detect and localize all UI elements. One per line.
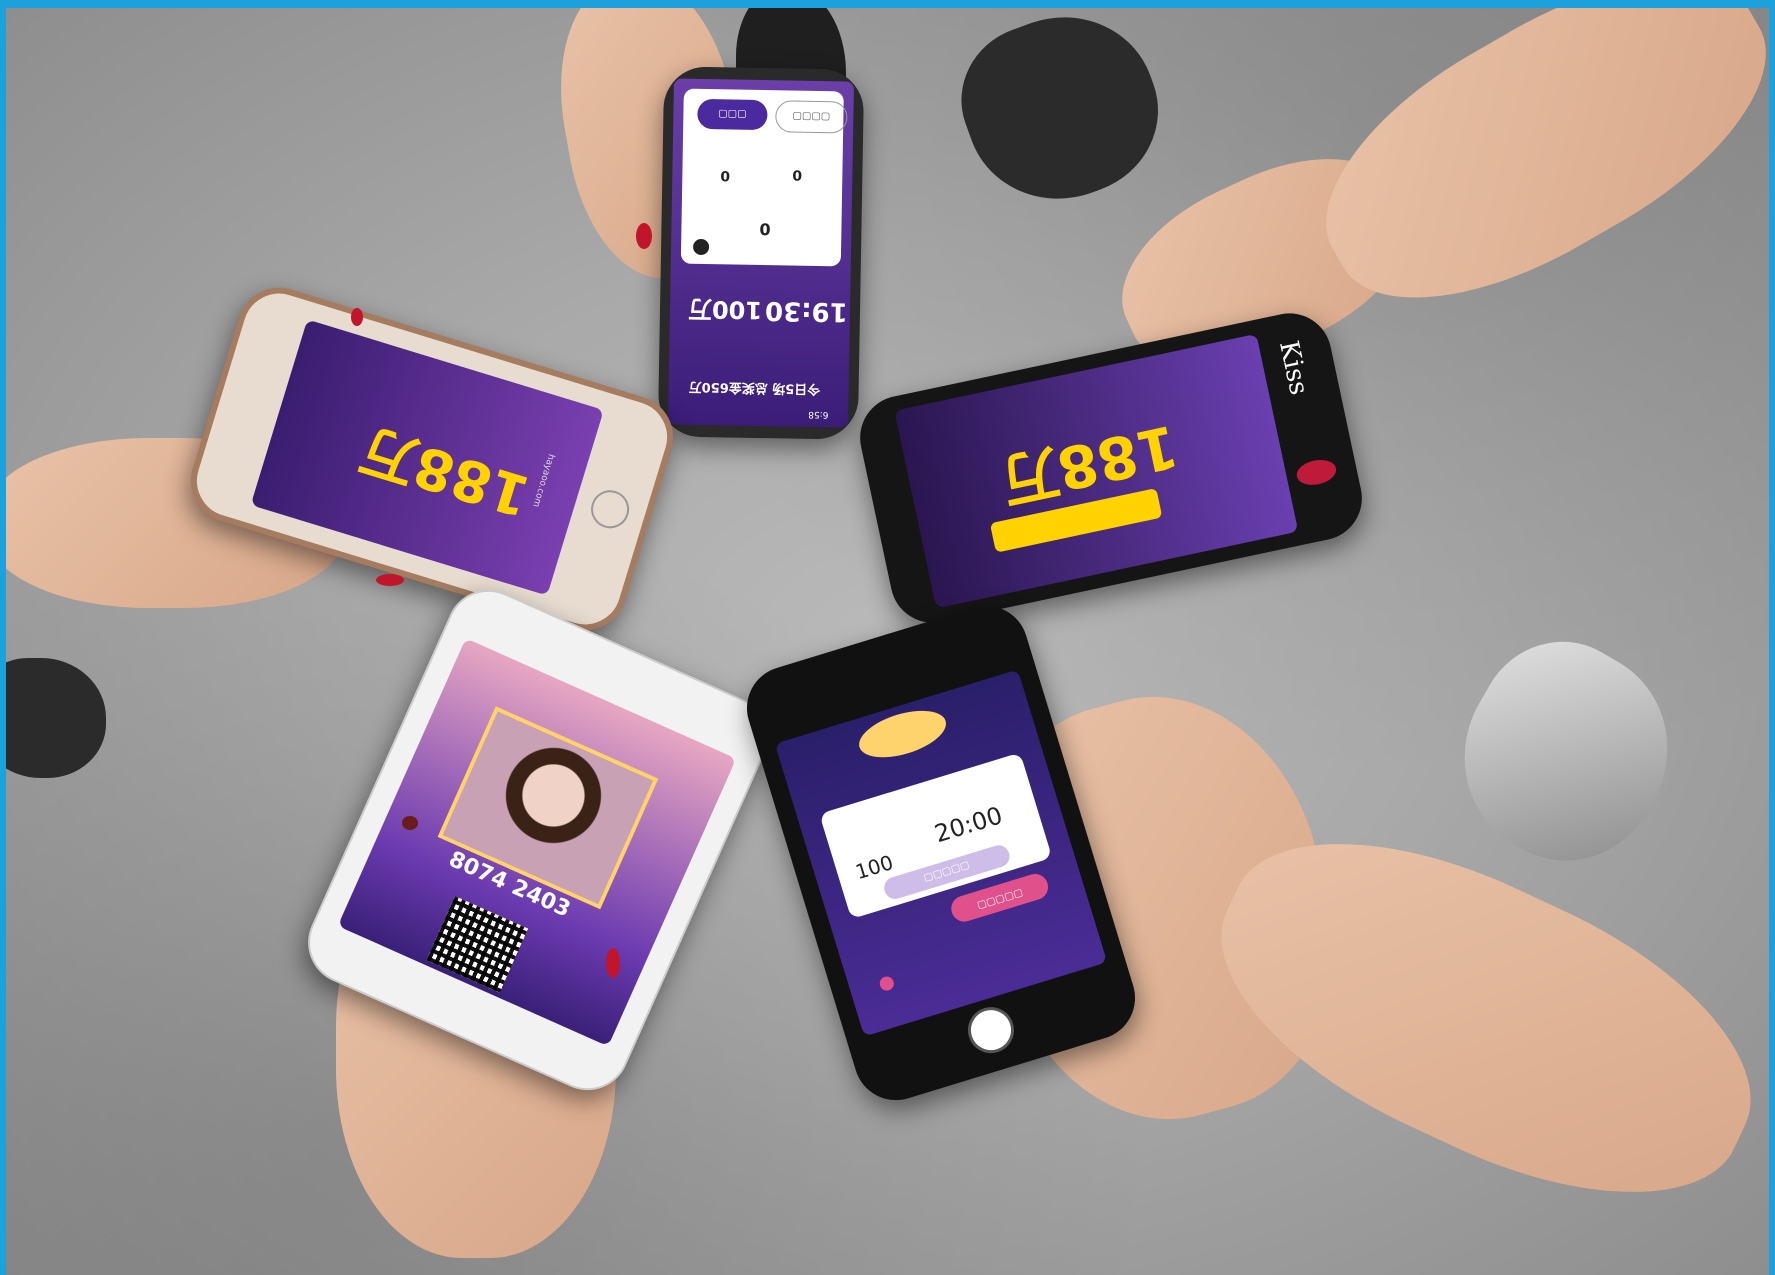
home-button[interactable] [586,485,634,533]
photo: ▢▢▢ ▢▢▢▢ 0 0 0 19:30 100万 今日5场 总奖金650万 6… [6,8,1769,1275]
left-domain: hayaoo.com [530,452,556,509]
right-case-text: Kiss [1272,338,1314,398]
nail-4 [606,948,620,978]
nail-1 [636,223,652,249]
top-time: 19:30 [764,295,849,327]
avatar [692,238,710,256]
nail-5 [402,816,418,830]
top-card: ▢▢▢ ▢▢▢▢ 0 0 0 [680,88,848,267]
event-logo [853,701,952,767]
count-left: 0 [720,169,731,186]
center-count: 0 [759,219,771,240]
heart-icon [878,974,896,993]
phone-top: ▢▢▢ ▢▢▢▢ 0 0 0 19:30 100万 今日5场 总奖金650万 6… [657,66,865,440]
top-card-button-2[interactable]: ▢▢▢▢ [775,100,848,134]
top-sessions: 今日5场 总奖金650万 [688,378,821,397]
home-button-bottom-right[interactable] [962,1001,1020,1059]
qr-code [426,896,529,993]
bottom-right-time: 20:00 [931,801,1006,849]
top-card-button[interactable]: ▢▢▢ [697,98,768,131]
nail-3 [376,574,404,586]
top-prize: 100万 [687,294,763,325]
nail-2 [351,308,363,326]
phone-top-screen: ▢▢▢ ▢▢▢▢ 0 0 0 19:30 100万 今日5场 总奖金650万 6… [667,78,855,428]
top-clock: 6:58 [808,408,829,420]
lips-icon [1294,456,1339,489]
count-right: 0 [792,168,803,185]
left-amount: 188万 [353,415,538,529]
